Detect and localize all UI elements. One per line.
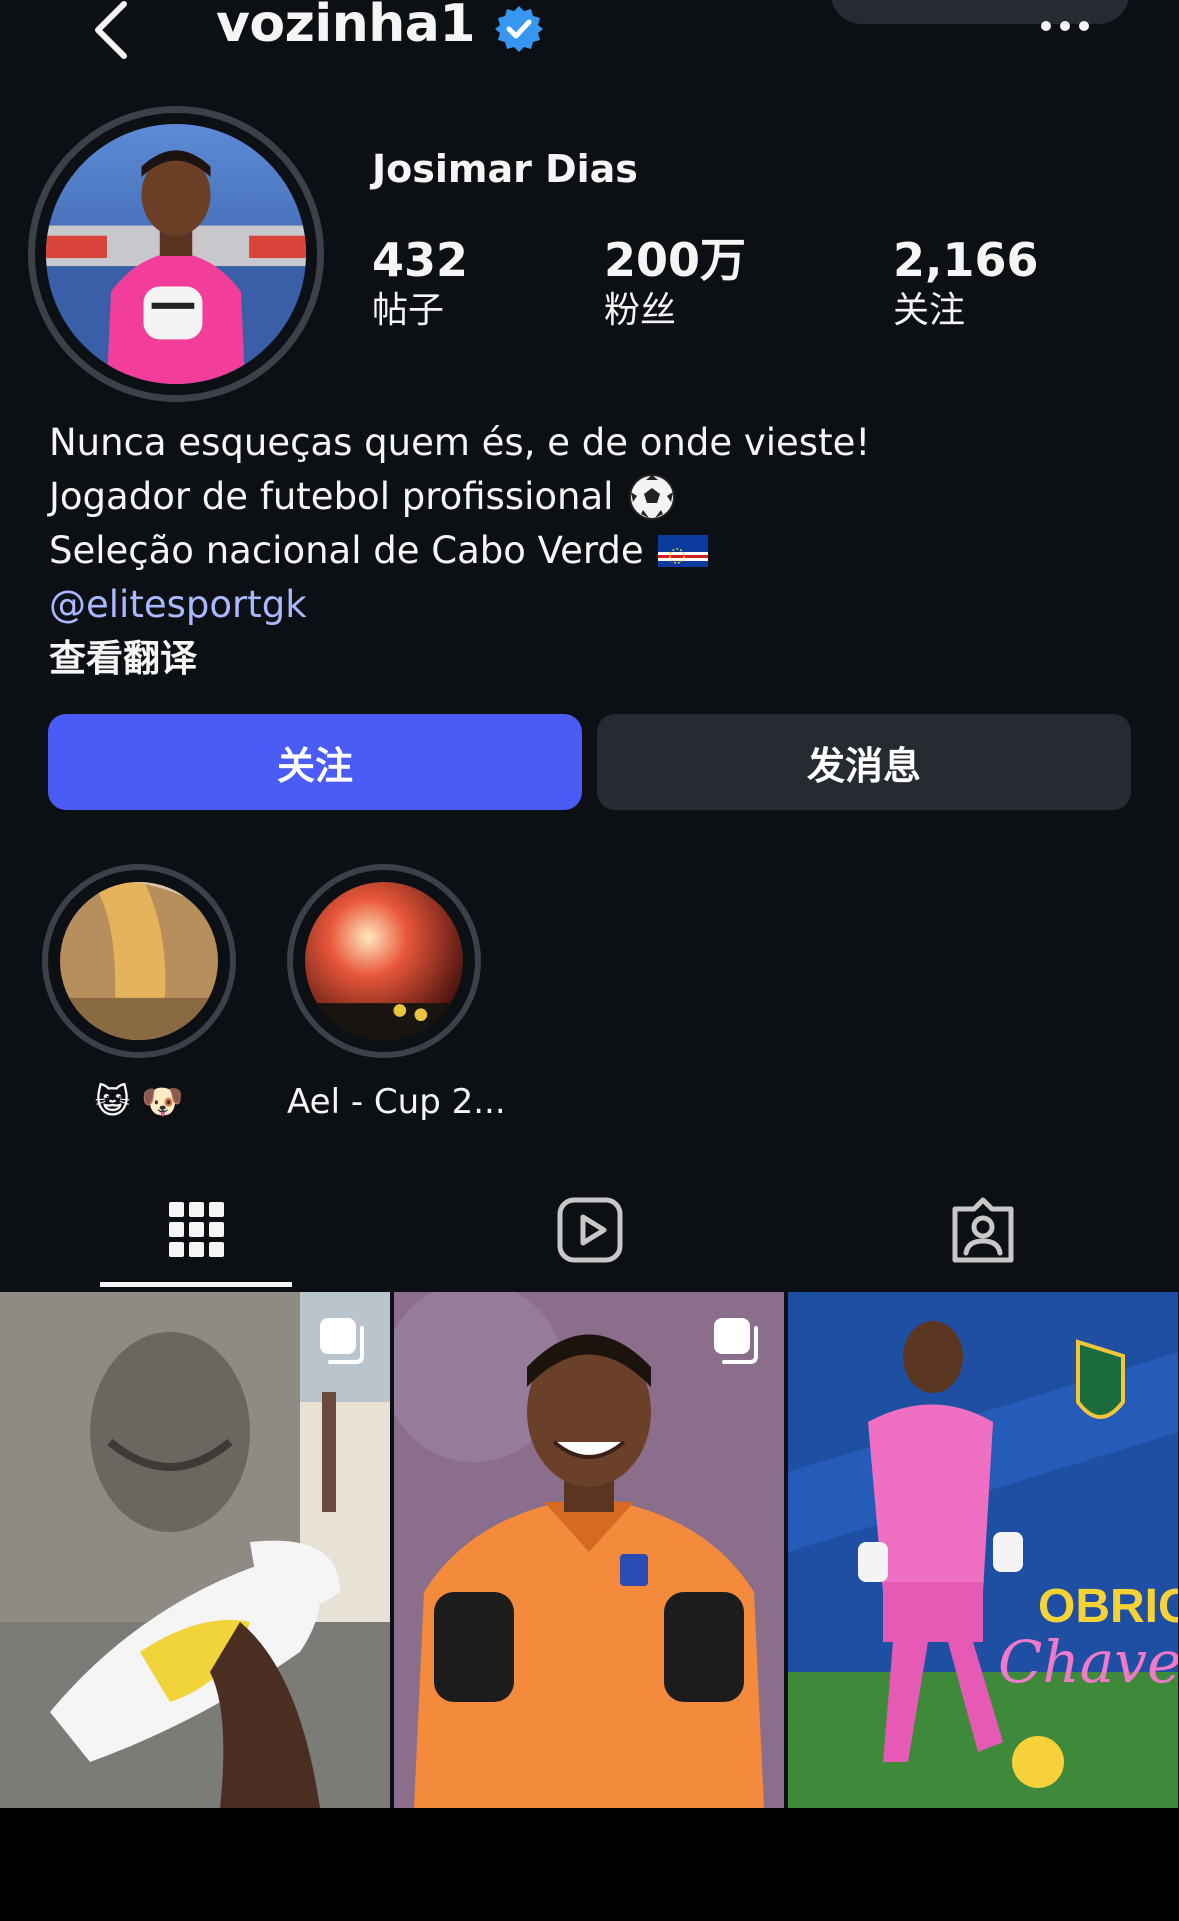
follow-button[interactable]: 关注 xyxy=(48,714,582,810)
tab-tagged[interactable] xyxy=(786,1170,1179,1290)
profile-bio: Nunca esqueças quem és, e de onde vieste… xyxy=(49,416,1149,686)
stat-posts-value: 432 xyxy=(372,233,469,287)
highlight-thumbnail xyxy=(305,882,463,1040)
highlight-ring xyxy=(287,864,481,1058)
svg-text:OBRIGADO!: OBRIGADO! xyxy=(1038,1580,1178,1633)
stat-followers-label: 粉丝 xyxy=(604,290,677,331)
stat-followers-value: 200万 xyxy=(604,233,747,287)
home-indicator-area xyxy=(0,1808,1179,1921)
chevron-left-icon[interactable] xyxy=(84,0,144,60)
post-image xyxy=(0,1292,390,1808)
multiple-images-icon xyxy=(714,1318,758,1364)
top-bar: vozinha1 xyxy=(0,0,1179,70)
see-translation-link[interactable]: 查看翻译 xyxy=(49,632,197,686)
stat-posts-label: 帖子 xyxy=(372,290,445,331)
grid-icon xyxy=(168,1202,224,1257)
highlight-label: 😺 🐶 xyxy=(94,1082,184,1122)
profile-avatar-ring[interactable] xyxy=(28,106,324,402)
post-image: OBRIGADO! Chaves xyxy=(788,1292,1178,1808)
bio-link[interactable]: @elitesportgk xyxy=(49,578,307,632)
more-horizontal-icon[interactable] xyxy=(1040,20,1090,32)
bio-text-3: Seleção nacional de Cabo Verde xyxy=(49,529,644,572)
stat-following-value: 2,166 xyxy=(893,233,1039,287)
bio-text-1: Nunca esqueças quem és, e de onde vieste… xyxy=(49,421,871,464)
profile-tabs xyxy=(0,1170,1179,1290)
reels-icon xyxy=(557,1197,622,1263)
post-image xyxy=(394,1292,784,1808)
message-button[interactable]: 发消息 xyxy=(597,714,1131,810)
stat-following[interactable]: 2,166 关注 xyxy=(893,232,1039,334)
highlight-label: Ael - Cup 2... xyxy=(287,1082,506,1122)
bio-line: 查看翻译 xyxy=(49,632,1149,686)
post-thumbnail[interactable] xyxy=(394,1292,784,1808)
active-tab-indicator xyxy=(100,1282,292,1287)
post-thumbnail[interactable] xyxy=(0,1292,390,1808)
svg-text:Chaves: Chaves xyxy=(998,1628,1178,1696)
soccer-ball-icon xyxy=(629,474,676,520)
highlight-ring xyxy=(42,864,236,1058)
posts-grid: OBRIGADO! Chaves xyxy=(0,1292,1179,1808)
cape-verde-flag-icon xyxy=(657,535,708,567)
bio-line: Nunca esqueças quem és, e de onde vieste… xyxy=(49,416,1149,470)
bio-text-2: Jogador de futebol profissional xyxy=(49,475,614,518)
username: vozinha1 xyxy=(216,0,476,54)
tagged-icon xyxy=(952,1197,1013,1263)
story-highlight[interactable]: Ael - Cup 2... xyxy=(287,864,506,1122)
post-thumbnail[interactable]: OBRIGADO! Chaves xyxy=(788,1292,1178,1808)
tab-posts-grid[interactable] xyxy=(0,1170,393,1290)
tab-reels[interactable] xyxy=(393,1170,786,1290)
stat-posts[interactable]: 432 帖子 xyxy=(372,232,468,334)
bio-line: Seleção nacional de Cabo Verde xyxy=(49,524,1149,578)
profile-avatar xyxy=(46,124,306,384)
bio-line: Jogador de futebol profissional xyxy=(49,470,1149,524)
bio-line: @elitesportgk xyxy=(49,578,1149,632)
verified-badge-icon xyxy=(495,6,543,52)
multiple-images-icon xyxy=(320,1318,364,1364)
highlight-thumbnail xyxy=(60,882,218,1040)
story-highlight[interactable]: 😺 🐶 xyxy=(42,864,236,1122)
stat-following-label: 关注 xyxy=(893,290,966,331)
profile-full-name: Josimar Dias xyxy=(372,147,638,191)
stat-followers[interactable]: 200万 粉丝 xyxy=(604,232,746,334)
